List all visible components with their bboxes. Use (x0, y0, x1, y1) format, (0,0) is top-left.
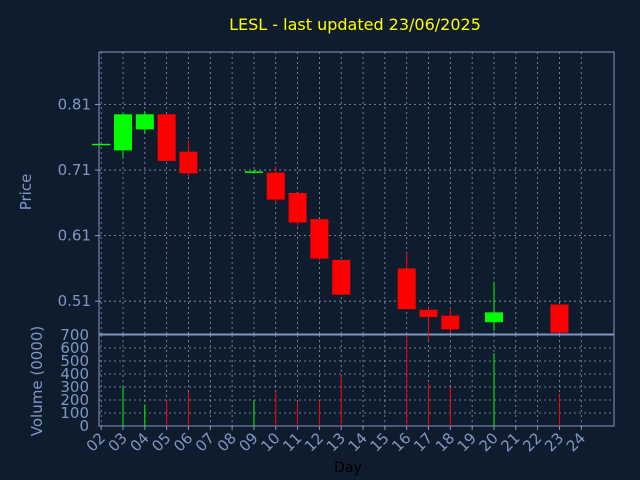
candle-body (114, 114, 133, 151)
x-tick-label: 24 (563, 429, 589, 455)
price-tick-labels: 0.51 0.61 0.71 0.81 (58, 95, 99, 310)
price-tick-label: 0.81 (58, 95, 91, 113)
candle-body (310, 219, 329, 259)
candle-body (550, 304, 569, 333)
candle-body (266, 172, 285, 200)
candle-body (332, 259, 351, 295)
candle-body (397, 268, 416, 310)
volume-panel-frame (98, 334, 615, 427)
candle-body (179, 151, 198, 174)
candle-body (157, 114, 176, 161)
grid-lines (99, 52, 614, 427)
chart-title: LESL - last updated 23/06/2025 (229, 15, 481, 34)
candle-body (484, 312, 503, 323)
candle-body (419, 309, 438, 317)
volume-tick-labels: 0100200300400500600700 (60, 326, 89, 435)
stock-chart: 0.510.610.710.81 0100200300400500600700 … (17, 15, 615, 476)
price-tick-label: 0.71 (58, 161, 91, 179)
price-tick-label: 0.61 (58, 227, 91, 245)
price-axis-label: Price (17, 174, 35, 211)
volume-tick-label: 700 (60, 326, 89, 344)
price-tick-label: 0.51 (58, 292, 91, 310)
volume-axis-label: Volume (0000) (28, 326, 46, 436)
candle-body (135, 114, 154, 130)
candles (92, 111, 569, 341)
candle-body (288, 193, 307, 223)
candle-body (244, 171, 263, 173)
x-tick-labels: 0203040506070809101112131415161718192021… (83, 426, 589, 455)
candle-body (441, 315, 460, 330)
price-panel-frame (98, 51, 615, 335)
candle-body (92, 143, 111, 146)
x-axis-label: Day (334, 460, 362, 476)
